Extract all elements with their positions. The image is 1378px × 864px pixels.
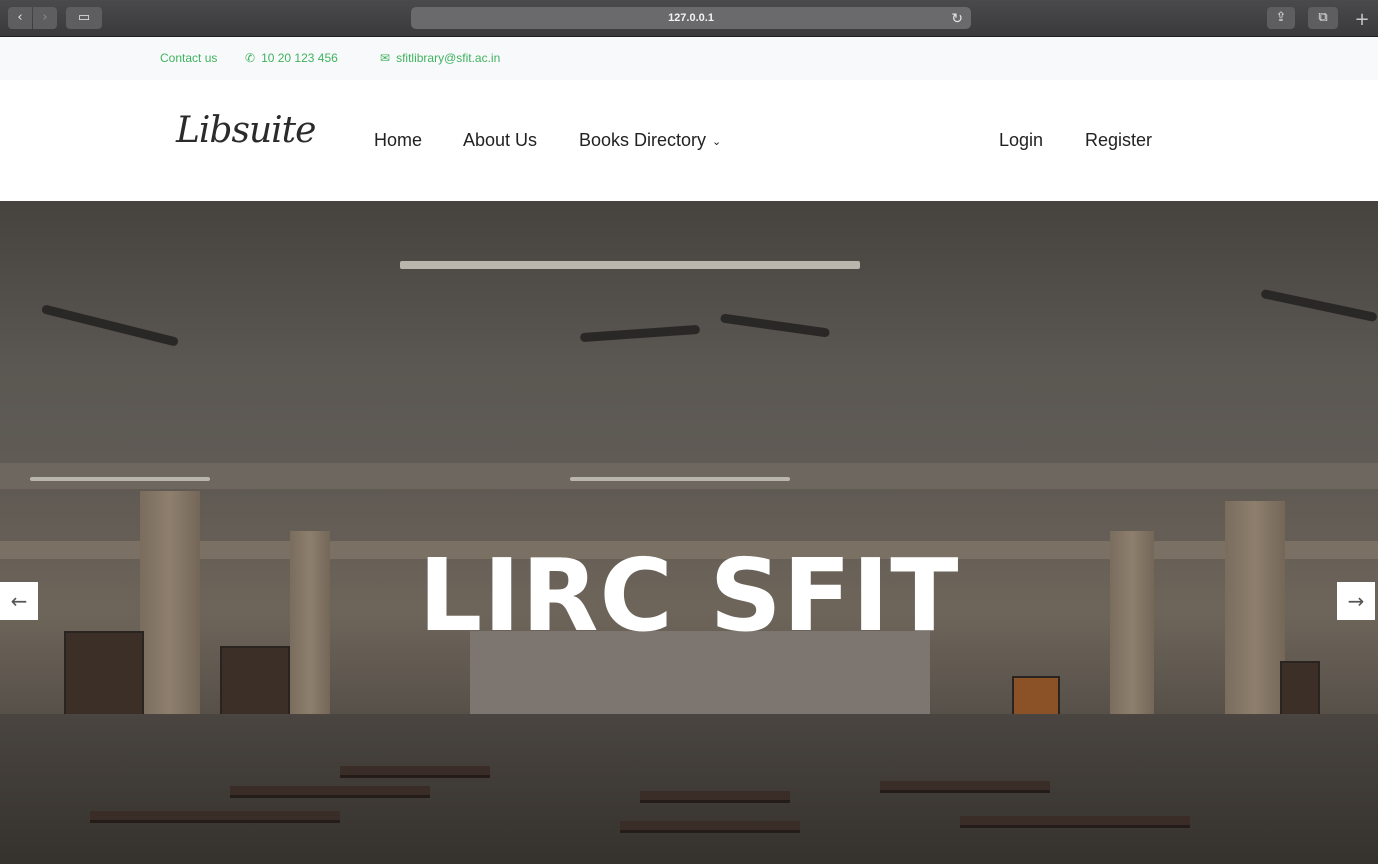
url-text: 127.0.0.1 [668, 12, 714, 24]
plus-icon: + [1354, 9, 1370, 30]
hero-image-floor [0, 714, 1378, 864]
nav-about-us[interactable]: About Us [463, 80, 537, 201]
new-tab-button[interactable]: + [1350, 9, 1374, 33]
reload-icon[interactable]: ↻ [951, 7, 963, 29]
hero-image-light [30, 477, 210, 481]
sidebar-icon: ▭ [77, 10, 91, 25]
main-navbar: Libsuite Home About Us Books Directory ⌄ … [0, 80, 1378, 201]
carousel-next-button[interactable]: → [1337, 582, 1375, 620]
hero-image-light [570, 477, 790, 481]
hero-image-table [230, 786, 430, 798]
hero-image-table [880, 781, 1050, 793]
tabs-icon: ⧉ [1318, 10, 1328, 25]
browser-toolbar: ‹ › ▭ 127.0.0.1 ↻ ⇪ ⧉ + [0, 0, 1378, 37]
hero-image-table [340, 766, 490, 778]
address-bar[interactable]: 127.0.0.1 ↻ [411, 7, 971, 29]
contact-us-link[interactable]: Contact us [160, 37, 217, 80]
nav-home[interactable]: Home [374, 80, 422, 201]
envelope-icon: ✉ [380, 51, 391, 65]
hero-carousel: LIRC SFIT ← → [0, 201, 1378, 864]
hero-image-beam [0, 463, 1378, 489]
phone-number: 10 20 123 456 [261, 51, 338, 65]
contact-bar: Contact us ✆ 10 20 123 456 ✉ sfitlibrary@s… [0, 37, 1378, 80]
phone-link[interactable]: ✆ 10 20 123 456 [245, 37, 338, 80]
hero-image-light [400, 261, 860, 269]
chevron-right-icon: › [42, 10, 48, 25]
hero-title: LIRC SFIT [418, 537, 960, 654]
nav-books-directory-label: Books Directory [579, 130, 707, 150]
hero-image-table [90, 811, 340, 823]
hero-image-table [960, 816, 1190, 828]
hero-image-table [640, 791, 790, 803]
chevron-left-icon: ‹ [17, 10, 23, 25]
carousel-prev-button[interactable]: ← [0, 582, 38, 620]
hero-image-ceiling [0, 201, 1378, 481]
phone-icon: ✆ [245, 51, 256, 65]
nav-register[interactable]: Register [1085, 80, 1152, 201]
site-logo[interactable]: Libsuite [176, 110, 316, 151]
back-button[interactable]: ‹ [8, 7, 32, 29]
sidebar-toggle-button[interactable]: ▭ [66, 7, 102, 29]
email-address: sfitlibrary@sfit.ac.in [396, 51, 501, 65]
arrow-left-icon: ← [10, 589, 28, 613]
hero-image-table [620, 821, 800, 833]
share-icon: ⇪ [1275, 10, 1287, 25]
email-link[interactable]: ✉ sfitlibrary@sfit.ac.in [380, 37, 500, 80]
tab-overview-button[interactable]: ⧉ [1308, 7, 1338, 29]
forward-button[interactable]: › [33, 7, 57, 29]
nav-login[interactable]: Login [999, 80, 1043, 201]
chevron-down-icon: ⌄ [712, 136, 722, 148]
share-button[interactable]: ⇪ [1267, 7, 1295, 29]
arrow-right-icon: → [1347, 589, 1365, 613]
nav-books-directory[interactable]: Books Directory ⌄ [579, 80, 721, 201]
